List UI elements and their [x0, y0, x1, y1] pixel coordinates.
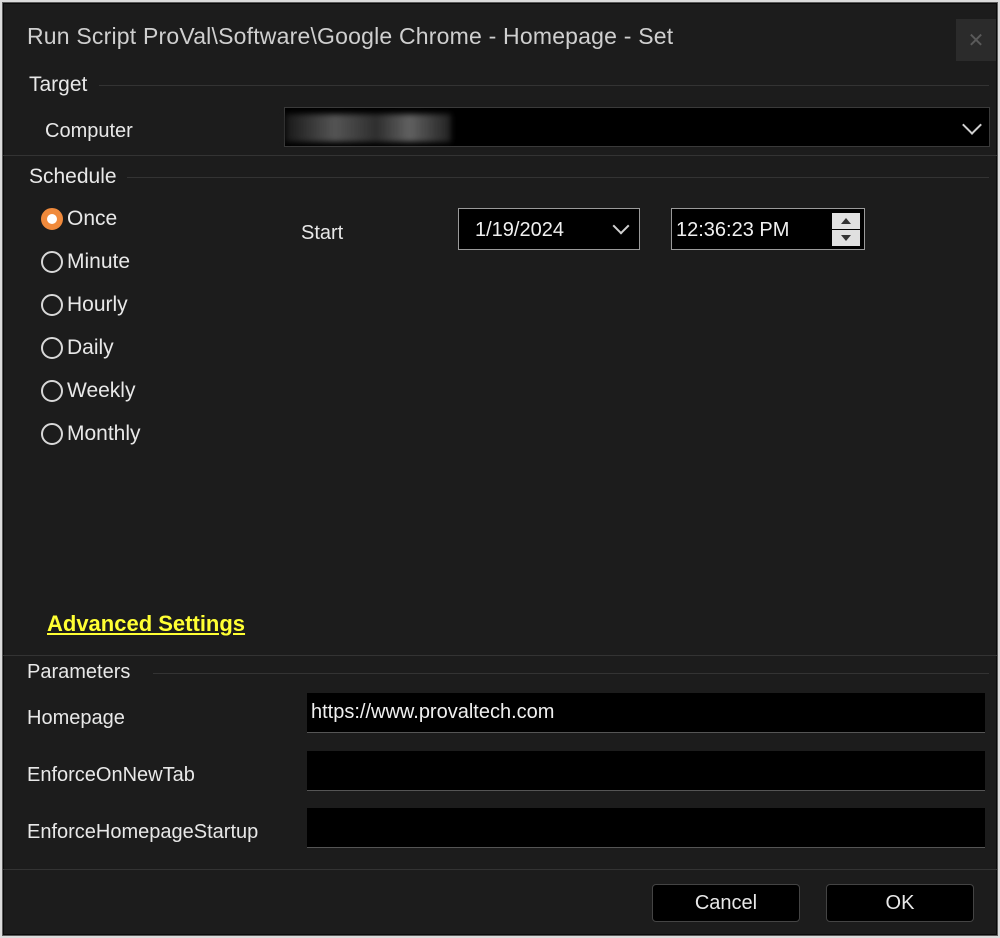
start-date-value: 1/19/2024 [475, 219, 564, 241]
footer-divider [3, 869, 997, 870]
homepage-input[interactable]: https://www.provaltech.com [307, 693, 985, 733]
arrow-down-icon [841, 235, 851, 241]
radio-label: Once [67, 207, 118, 230]
start-time-value: 12:36:23 PM [676, 219, 790, 241]
radio-label: Hourly [67, 293, 128, 316]
chevron-down-icon[interactable] [962, 115, 982, 135]
radio-hourly[interactable]: Hourly [41, 293, 128, 317]
radio-button[interactable] [41, 423, 63, 445]
close-icon: ✕ [967, 29, 985, 52]
radio-button[interactable] [41, 337, 63, 359]
computer-label: Computer [45, 120, 133, 142]
radio-label: Monthly [67, 422, 141, 445]
chevron-down-icon[interactable] [612, 217, 630, 235]
radio-weekly[interactable]: Weekly [41, 379, 135, 403]
radio-button[interactable] [41, 380, 63, 402]
param-label-homepage: Homepage [27, 707, 125, 729]
radio-label: Weekly [67, 379, 136, 402]
target-divider [99, 85, 989, 86]
start-time-field[interactable]: 12:36:23 PM [671, 208, 865, 250]
time-decrement-button[interactable] [832, 230, 860, 246]
cancel-button[interactable]: Cancel [652, 884, 800, 922]
ok-button[interactable]: OK [826, 884, 974, 922]
radio-button[interactable] [41, 294, 63, 316]
advanced-settings-link[interactable]: Advanced Settings [47, 611, 245, 637]
radio-label: Minute [67, 250, 131, 273]
time-increment-button[interactable] [832, 213, 860, 229]
radio-label: Daily [67, 336, 114, 359]
radio-button[interactable] [41, 251, 63, 273]
dialog-title: Run Script ProVal\Software\Google Chrome… [27, 23, 674, 49]
radio-once[interactable]: Once [41, 207, 117, 231]
start-date-picker[interactable]: 1/19/2024 [458, 208, 640, 250]
radio-minute[interactable]: Minute [41, 250, 130, 274]
run-script-dialog: Run Script ProVal\Software\Google Chrome… [2, 2, 998, 936]
parameters-section-label: Parameters [27, 661, 131, 683]
enforce-on-new-tab-input[interactable] [307, 751, 985, 791]
schedule-top-divider [3, 155, 997, 156]
enforce-homepage-startup-input[interactable] [307, 808, 985, 848]
radio-monthly[interactable]: Monthly [41, 422, 141, 446]
schedule-divider [127, 177, 989, 178]
radio-button-checked[interactable] [41, 208, 63, 230]
computer-value-redacted [285, 114, 451, 142]
schedule-section-label: Schedule [29, 165, 117, 188]
parameters-divider [153, 673, 989, 674]
parameters-top-divider [3, 655, 997, 656]
radio-daily[interactable]: Daily [41, 336, 114, 360]
param-label-enforce-homepage-startup: EnforceHomepageStartup [27, 821, 259, 843]
start-label: Start [301, 222, 344, 244]
target-section-label: Target [29, 73, 88, 96]
param-label-enforce-on-new-tab: EnforceOnNewTab [27, 764, 195, 786]
arrow-up-icon [841, 218, 851, 224]
computer-select[interactable] [284, 107, 990, 147]
close-button[interactable]: ✕ [956, 19, 996, 61]
